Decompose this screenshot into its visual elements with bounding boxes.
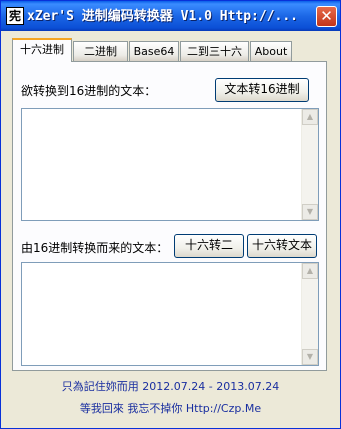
tab-hex[interactable]: 十六进制 <box>12 38 72 62</box>
title-bar[interactable]: 宪 xZer'S 进制编码转换器 V1.0 Http://... ✕ <box>1 1 340 31</box>
close-button[interactable]: ✕ <box>316 6 337 27</box>
scroll-up-icon[interactable]: ▲ <box>302 263 318 279</box>
tab-base2-to-36[interactable]: 二到三十六 <box>180 41 249 61</box>
scroll-down-icon[interactable]: ▼ <box>302 204 318 220</box>
scroll-down-icon[interactable]: ▼ <box>302 349 318 365</box>
tab-base64[interactable]: Base64 <box>129 41 179 61</box>
window-title: xZer'S 进制编码转换器 V1.0 Http://... <box>27 9 299 24</box>
input-textarea[interactable]: ▲ ▼ <box>21 108 319 221</box>
tab-about[interactable]: About <box>250 41 292 61</box>
main-window: 宪 xZer'S 进制编码转换器 V1.0 Http://... ✕ 十六进制 … <box>0 0 341 429</box>
tab-binary[interactable]: 二进制 <box>73 41 128 61</box>
text-to-hex-button[interactable]: 文本转16进制 <box>215 78 309 102</box>
hex-to-binary-button[interactable]: 十六转二 <box>174 234 244 258</box>
output-label: 由16进制转换而来的文本： <box>21 241 169 255</box>
input-scrollbar[interactable]: ▲ ▼ <box>301 109 318 220</box>
output-scrollbar[interactable]: ▲ ▼ <box>301 263 318 365</box>
output-textarea[interactable]: ▲ ▼ <box>21 262 319 366</box>
hex-to-text-button[interactable]: 十六转文本 <box>247 234 317 258</box>
hex-panel: 欲转换到16进制的文本： 文本转16进制 ▲ ▼ 由16进制转换而来的文本： 十… <box>12 61 327 371</box>
input-label: 欲转换到16进制的文本： <box>21 84 157 98</box>
footer-line-2: 等我回來 我忘不掉你 Http://Czp.Me <box>79 402 262 415</box>
footer-line-1: 只為記住妳而用 2012.07.24 - 2013.07.24 <box>61 380 280 393</box>
scroll-up-icon[interactable]: ▲ <box>302 109 318 125</box>
app-icon: 宪 <box>6 7 24 25</box>
